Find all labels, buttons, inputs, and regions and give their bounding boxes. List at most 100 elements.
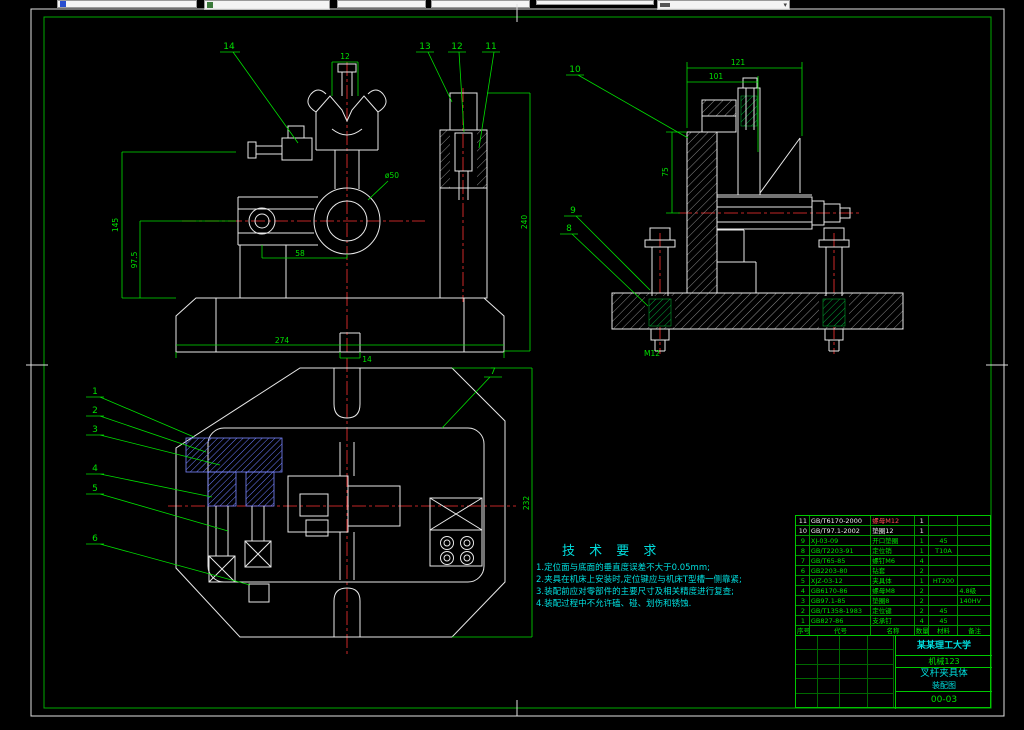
dim-label: 274 (275, 336, 290, 345)
bom-cell-material: 45 (929, 536, 959, 545)
bom-cell-material: T10A (929, 546, 959, 555)
organization-name: 某某理工大学 (896, 636, 992, 656)
leader-number: 12 (451, 42, 462, 52)
tech-line: 4.装配过程中不允许磕、碰、划伤和锈蚀. (536, 598, 691, 609)
bom-row: 2 GB/T1358-1983 定位键 2 45 (796, 606, 990, 616)
bom-cell-code: GB/T65-85 (810, 556, 872, 565)
dim-label: 14 (362, 355, 372, 364)
bom-cell-code: GB827-86 (810, 616, 872, 625)
tech-title: 技 术 要 求 (562, 544, 661, 559)
dim-label: 121 (731, 58, 746, 67)
leader-number: 5 (92, 484, 98, 494)
bom-cell-no: 1 (796, 616, 810, 625)
bom-cell-note (958, 616, 990, 625)
bom-cell-code: XJ-03-09 (810, 536, 872, 545)
bom-cell-qty: 1 (915, 536, 929, 545)
leader-number: 1 (92, 387, 98, 397)
tech-requirements: 技 术 要 求 1.定位面与底面的垂直度误差不大于0.05mm; 2.夹具在机床… (536, 544, 742, 609)
bom-cell-material (929, 566, 959, 575)
bom-cell-name: 垫圈8 (871, 596, 915, 605)
bom-cell-note: 140HV (959, 597, 982, 605)
plan-view (175, 367, 506, 638)
title-fields: 某某理工大学 机械123 叉杆夹具体 装配图 00-03 (896, 636, 992, 709)
bom-cell-note (958, 546, 990, 555)
bom-cell-qty: 1 (915, 576, 929, 585)
bom-cell-name: 螺钉M6 (871, 556, 915, 565)
bom-cell-qty: 2 (915, 566, 929, 575)
bom-cell-code: GB/T97.1-2002 (810, 526, 872, 535)
bom-cell-qty: 4 (915, 616, 929, 625)
bom-row: 10 GB/T97.1-2002 垫圈12 1 (796, 526, 990, 536)
bom-row: 8 GB/T2203-91 定位销 1 T10A (796, 546, 990, 556)
bom-cell-code: XJZ-03-12 (810, 576, 872, 585)
title-block: 11 GB/T6170-2000 螺母M12 1 10 GB/T97.1-2002 垫圈12… (795, 515, 992, 709)
bom-row: 5 XJZ-03-12 夹具体 1 HT200 (796, 576, 990, 586)
bom-cell-code: GB6170-86 (810, 586, 872, 595)
bom-cell-note (958, 556, 990, 565)
bom-cell-note (958, 566, 990, 575)
dim-label: 240 (520, 215, 529, 230)
bom-header-code: 代号 (810, 626, 872, 635)
dim-label: 97.5 (130, 251, 139, 268)
drawing-number: 00-03 (930, 695, 958, 705)
bom-header-note: 备注 (968, 627, 982, 635)
bom-cell-note (958, 606, 990, 615)
bom-cell-no: 11 (796, 516, 810, 525)
leader-number: 9 (570, 206, 576, 216)
bom-cell-material (929, 586, 959, 595)
bom-header-material: 材料 (929, 626, 959, 635)
bom-cell-material: 45 (929, 616, 959, 625)
bom-cell-name: 开口垫圈 (871, 536, 915, 545)
cad-application-window: ▾ 14 13 12 11 10 9 8 1 2 3 4 5 6 7 145 9… (0, 0, 1024, 730)
bom-row: 9 XJ-03-09 开口垫圈 1 45 (796, 536, 990, 546)
leader-number: 6 (92, 534, 98, 544)
bom-cell-name: 定位键 (871, 606, 915, 615)
bom-cell-material (929, 596, 959, 605)
bom-cell-name: 螺母M8 (871, 586, 915, 595)
doc-type: 装配图 (932, 681, 956, 690)
bom-row: 11 GB/T6170-2000 螺母M12 1 (796, 516, 990, 526)
bom-cell-note: 4.8级 (959, 587, 977, 595)
dim-label: ø50 (385, 171, 399, 180)
bom-cell-material (929, 516, 959, 525)
part-name: 叉杆夹具体 装配图 (896, 668, 992, 692)
leader-number: 8 (566, 224, 572, 234)
dim-label: M12 (644, 349, 660, 358)
bom-cell-qty: 1 (915, 526, 929, 535)
bom-header-qty: 数量 (915, 626, 929, 635)
leader-number: 10 (569, 65, 581, 75)
bom-cell-code: GB2203-80 (810, 566, 872, 575)
bom-table: 11 GB/T6170-2000 螺母M12 1 10 GB/T97.1-2002 垫圈12… (796, 516, 990, 626)
bom-cell-no: 5 (796, 576, 810, 585)
bom-cell-name: 夹具体 (871, 576, 915, 585)
bom-cell-no: 7 (796, 556, 810, 565)
bom-row: 4 GB6170-86 螺母M8 2 4.8级 (796, 586, 990, 596)
bom-cell-qty: 2 (915, 586, 929, 595)
leader-number: 4 (92, 464, 98, 474)
center-lines (168, 62, 860, 655)
bom-cell-material: HT200 (929, 576, 959, 585)
front-view (175, 63, 505, 353)
bom-cell-qty: 2 (915, 606, 929, 615)
bom-cell-no: 10 (796, 526, 810, 535)
signature-grid (796, 636, 896, 709)
bom-cell-name: 垫圈12 (871, 526, 915, 535)
dim-label: 232 (522, 496, 531, 511)
leader-number: 2 (92, 406, 98, 416)
part-title: 叉杆夹具体 (920, 668, 968, 679)
bom-cell-no: 8 (796, 546, 810, 555)
dim-label: 145 (111, 218, 120, 233)
bom-cell-no: 2 (796, 606, 810, 615)
bom-header-name: 名称 (871, 626, 915, 635)
bom-cell-no: 3 (796, 596, 810, 605)
side-view (611, 77, 904, 352)
bom-cell-code: GB97.1-85 (810, 596, 872, 605)
dim-label: 12 (340, 52, 350, 61)
bom-row: 6 GB2203-80 钻套 2 (796, 566, 990, 576)
leader-number: 7 (490, 367, 496, 377)
bom-cell-material (929, 556, 959, 565)
dim-label: 75 (661, 167, 670, 177)
bom-cell-material: 45 (929, 606, 959, 615)
bom-header-row: 序号 代号 名称 数量 材料 备注 (796, 626, 990, 636)
bom-cell-note (958, 526, 990, 535)
